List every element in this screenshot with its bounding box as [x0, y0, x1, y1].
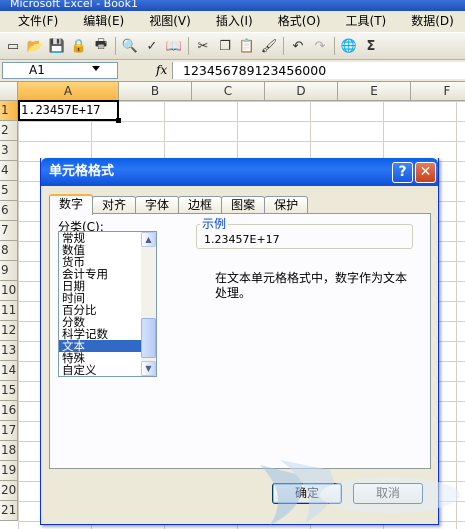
category-item[interactable]: 自定义 [59, 364, 142, 376]
permission-icon[interactable]: 🔒 [70, 37, 88, 55]
toolbar-separator [283, 37, 284, 55]
formula-bar: A1 fx 123456789123456000 [0, 60, 465, 82]
menu-item[interactable]: 插入(I) [198, 11, 260, 32]
row-header[interactable]: 15 [0, 381, 18, 401]
row-header[interactable]: 11 [0, 301, 18, 321]
save-icon[interactable]: 💾 [48, 37, 66, 55]
redo-icon[interactable]: ↷ [311, 37, 329, 55]
toolbar-separator [115, 37, 116, 55]
row-header[interactable]: 17 [0, 421, 18, 441]
formula-input[interactable]: 123456789123456000 [172, 62, 465, 79]
row-header[interactable]: 4 [0, 161, 18, 181]
print-icon[interactable]: 🖶 [92, 37, 110, 55]
close-icon[interactable]: ✕ [415, 162, 436, 183]
standard-toolbar: ▭ 📂 💾 🔒 🖶 🔍 ✓ 📖 ✂ ❐ 📋 🖌 ↶ ↷ 🌐 Σ [0, 32, 465, 60]
help-button[interactable]: ? [392, 162, 413, 183]
menu-item[interactable]: 格式(O) [260, 11, 328, 32]
column-header[interactable]: D [265, 82, 338, 101]
name-box-value: A1 [29, 63, 45, 77]
spelling-icon[interactable]: ✓ [143, 37, 161, 55]
toolbar-separator [334, 37, 335, 55]
row-header[interactable]: 5 [0, 181, 18, 201]
copy-icon[interactable]: ❐ [216, 37, 234, 55]
cut-icon[interactable]: ✂ [194, 37, 212, 55]
menu-item[interactable]: 文件(F) [0, 11, 65, 32]
row-header[interactable]: 9 [0, 261, 18, 281]
window-title: Microsoft Excel - Book1 [0, 0, 465, 11]
number-tab-panel: 分类(C): 常规 数值 货币 会计专用 日期 时间 百分比 分数 科学记数 文本 特殊 自定义 ▲ … [49, 213, 431, 469]
dialog-tabs: 数字 对齐 字体 边框 图案 保护 [49, 194, 309, 215]
watermark-logo [260, 460, 460, 525]
chevron-down-icon[interactable] [92, 66, 100, 71]
format-description: 在文本单元格格式中，数字作为文本处理。 [215, 271, 408, 300]
research-icon[interactable]: 📖 [165, 37, 183, 55]
autosum-icon[interactable]: Σ [362, 37, 380, 55]
undo-icon[interactable]: ↶ [289, 37, 307, 55]
format-painter-icon[interactable]: 🖌 [260, 37, 278, 55]
row-header[interactable]: 1 [0, 101, 18, 121]
menu-item[interactable]: 窗口(W) [461, 11, 465, 32]
row-header[interactable]: 18 [0, 441, 18, 461]
fx-icon[interactable]: fx [156, 63, 167, 77]
list-scrollbar[interactable]: ▲ ▼ [141, 232, 156, 376]
row-header[interactable]: 6 [0, 201, 18, 221]
menu-item[interactable]: 视图(V) [131, 11, 198, 32]
paste-icon[interactable]: 📋 [238, 37, 256, 55]
sample-value: 1.23457E+17 [204, 233, 280, 246]
row-header[interactable]: 3 [0, 141, 18, 161]
column-header[interactable]: A [18, 82, 119, 101]
menu-item[interactable]: 编辑(E) [65, 11, 131, 32]
menu-item[interactable]: 工具(T) [328, 11, 394, 32]
row-header[interactable]: 20 [0, 481, 18, 501]
row-header[interactable]: 12 [0, 321, 18, 341]
toolbar-separator [188, 37, 189, 55]
row-header[interactable]: 8 [0, 241, 18, 261]
category-list[interactable]: 常规 数值 货币 会计专用 日期 时间 百分比 分数 科学记数 文本 特殊 自定义 ▲ ▼ [58, 231, 157, 377]
column-header[interactable]: E [338, 82, 411, 101]
row-header[interactable]: 2 [0, 121, 18, 141]
dialog-title: 单元格格式 [41, 158, 438, 186]
tab-0[interactable]: 数字 [49, 194, 94, 215]
cell-a1[interactable]: 1.23457E+17 [18, 100, 121, 123]
column-header[interactable]: C [192, 82, 265, 101]
row-header[interactable]: 7 [0, 221, 18, 241]
menu-bar: 文件(F)编辑(E)视图(V)插入(I)格式(O)工具(T)数据(D)窗口(W) [0, 11, 465, 32]
new-icon[interactable]: ▭ [4, 37, 22, 55]
scroll-up-icon[interactable]: ▲ [141, 232, 156, 247]
column-header[interactable]: B [119, 82, 192, 101]
print-preview-icon[interactable]: 🔍 [121, 37, 139, 55]
row-header[interactable]: 19 [0, 461, 18, 481]
select-all-corner[interactable] [0, 82, 18, 101]
sample-label: 示例 [200, 215, 229, 232]
row-header[interactable]: 13 [0, 341, 18, 361]
open-icon[interactable]: 📂 [26, 37, 44, 55]
menu-item[interactable]: 数据(D) [393, 11, 461, 32]
name-box[interactable]: A1 [2, 62, 118, 79]
hyperlink-icon[interactable]: 🌐 [340, 37, 358, 55]
scroll-thumb[interactable] [141, 318, 156, 358]
column-header[interactable]: F [411, 82, 465, 101]
row-header[interactable]: 10 [0, 281, 18, 301]
scroll-down-icon[interactable]: ▼ [141, 361, 156, 376]
row-header[interactable]: 14 [0, 361, 18, 381]
row-header[interactable]: 21 [0, 501, 18, 521]
row-header[interactable]: 16 [0, 401, 18, 421]
excel-window: Microsoft Excel - Book1 文件(F) 编辑(E) 视图(V) 插… [0, 0, 465, 529]
